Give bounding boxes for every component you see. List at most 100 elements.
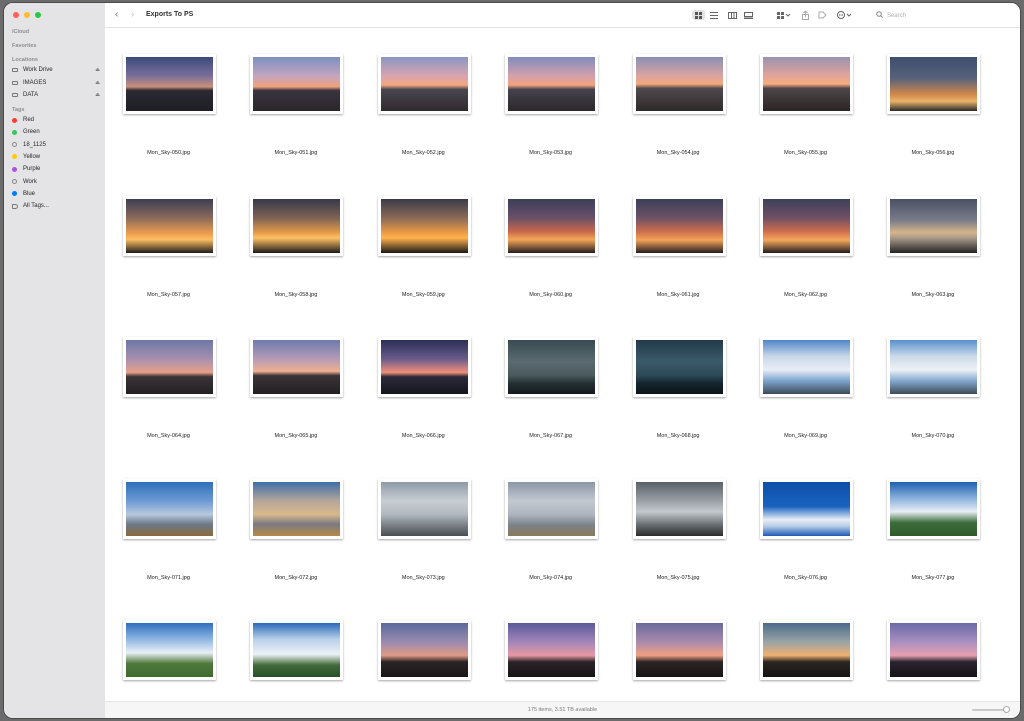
file-item[interactable]: Mon_Sky-052.jpg	[360, 28, 487, 169]
file-item[interactable]: Mon_Sky-083.jpg	[742, 594, 869, 718]
file-item[interactable]: Mon_Sky-064.jpg	[105, 311, 232, 452]
file-item[interactable]: Mon_Sky-068.jpg	[615, 311, 742, 452]
file-item[interactable]: Mon_Sky-072.jpg	[232, 453, 359, 594]
sidebar-item-location[interactable]: DATA ⏏	[12, 90, 100, 100]
file-item[interactable]: Mon_Sky-082.jpg	[615, 594, 742, 718]
zoom-button[interactable]	[35, 12, 41, 18]
eject-icon[interactable]: ⏏	[95, 80, 100, 86]
sidebar-item-tag[interactable]: Work	[12, 177, 100, 187]
file-thumbnail[interactable]	[377, 337, 471, 397]
icon-size-slider-knob[interactable]	[1003, 706, 1010, 713]
file-thumbnail[interactable]	[760, 337, 853, 397]
file-item[interactable]: Mon_Sky-076.jpg	[742, 453, 869, 594]
file-thumbnail[interactable]	[250, 54, 344, 114]
file-thumbnail[interactable]	[887, 337, 981, 397]
file-item[interactable]: Mon_Sky-067.jpg	[487, 311, 614, 452]
sidebar-section-tags[interactable]: Tags	[12, 107, 24, 113]
file-item[interactable]: Mon_Sky-077.jpg	[869, 453, 996, 594]
file-item[interactable]: Mon_Sky-056.jpg	[869, 28, 996, 169]
file-item[interactable]: Mon_Sky-081.jpg	[487, 594, 614, 718]
back-button[interactable]: ‹	[115, 9, 118, 20]
sidebar-section-icloud[interactable]: iCloud	[12, 29, 29, 35]
file-item[interactable]: Mon_Sky-065.jpg	[232, 311, 359, 452]
file-thumbnail[interactable]	[505, 337, 599, 397]
file-thumbnail[interactable]	[250, 337, 344, 397]
file-thumbnail[interactable]	[632, 195, 726, 256]
file-thumbnail[interactable]	[123, 195, 216, 256]
icon-size-slider[interactable]	[972, 709, 1006, 711]
file-thumbnail[interactable]	[632, 478, 726, 539]
sidebar-item-tag[interactable]: Yellow	[12, 152, 100, 162]
file-item[interactable]: Mon_Sky-060.jpg	[487, 170, 614, 311]
sidebar-section-favorites[interactable]: Favorites	[12, 43, 36, 49]
file-item[interactable]: Mon_Sky-058.jpg	[232, 170, 359, 311]
file-thumbnail[interactable]	[123, 54, 216, 114]
file-thumbnail[interactable]	[887, 478, 981, 539]
file-item[interactable]: Mon_Sky-054.jpg	[615, 28, 742, 169]
minimize-button[interactable]	[24, 12, 30, 18]
file-thumbnail[interactable]	[505, 54, 599, 114]
file-item[interactable]: Mon_Sky-075.jpg	[615, 453, 742, 594]
sidebar-section-locations[interactable]: Locations	[12, 57, 38, 63]
sidebar-item-location[interactable]: IMAGES ⏏	[12, 78, 100, 88]
file-item[interactable]: Mon_Sky-057.jpg	[105, 170, 232, 311]
search-field[interactable]: Search	[876, 10, 1006, 21]
file-thumbnail[interactable]	[760, 478, 853, 539]
file-thumbnail[interactable]	[505, 195, 599, 256]
file-thumbnail[interactable]	[632, 54, 726, 114]
sidebar-item-tag[interactable]: Blue	[12, 189, 100, 199]
sidebar-item-tag[interactable]: All Tags...	[12, 201, 100, 211]
file-thumbnail[interactable]	[760, 195, 853, 256]
sidebar-item-tag[interactable]: 18_1125	[12, 140, 100, 150]
file-item[interactable]: Mon_Sky-078.jpg	[105, 594, 232, 718]
file-thumbnail[interactable]	[250, 195, 344, 256]
sidebar-item-tag[interactable]: Purple	[12, 164, 100, 174]
file-item[interactable]: Mon_Sky-071.jpg	[105, 453, 232, 594]
file-thumbnail[interactable]	[505, 478, 599, 539]
file-thumbnail[interactable]	[505, 620, 599, 680]
forward-button[interactable]: ›	[131, 9, 134, 20]
file-item[interactable]: Mon_Sky-069.jpg	[742, 311, 869, 452]
file-item[interactable]: Mon_Sky-066.jpg	[360, 311, 487, 452]
list-view-icon[interactable]	[710, 10, 718, 20]
sidebar-item-tag[interactable]: Red	[12, 115, 100, 125]
file-thumbnail[interactable]	[760, 620, 853, 680]
sidebar-item-tag[interactable]: Green	[12, 127, 100, 137]
file-thumbnail[interactable]	[123, 620, 216, 680]
file-item[interactable]: Mon_Sky-050.jpg	[105, 28, 232, 169]
eject-icon[interactable]: ⏏	[95, 92, 100, 98]
file-item[interactable]: Mon_Sky-051.jpg	[232, 28, 359, 169]
file-thumbnail[interactable]	[377, 54, 471, 114]
file-item[interactable]: Mon_Sky-080.jpg	[360, 594, 487, 718]
file-thumbnail[interactable]	[250, 478, 344, 539]
file-item[interactable]: Mon_Sky-084.jpg	[869, 594, 996, 718]
file-thumbnail[interactable]	[123, 337, 216, 397]
file-thumbnail[interactable]	[250, 620, 344, 680]
share-icon[interactable]	[802, 10, 809, 20]
file-thumbnail[interactable]	[377, 620, 471, 680]
file-thumbnail[interactable]	[887, 620, 981, 680]
column-view-icon[interactable]	[728, 10, 737, 20]
file-item[interactable]: Mon_Sky-059.jpg	[360, 170, 487, 311]
file-item[interactable]: Mon_Sky-055.jpg	[742, 28, 869, 169]
file-thumbnail[interactable]	[760, 54, 853, 114]
file-item[interactable]: Mon_Sky-074.jpg	[487, 453, 614, 594]
file-thumbnail[interactable]	[887, 195, 981, 256]
file-thumbnail[interactable]	[632, 620, 726, 680]
group-icon[interactable]	[777, 10, 791, 20]
sidebar-item-location[interactable]: Work Drive ⏏	[12, 65, 100, 75]
file-thumbnail[interactable]	[377, 478, 471, 539]
file-item[interactable]: Mon_Sky-061.jpg	[615, 170, 742, 311]
file-item[interactable]: Mon_Sky-079.jpg	[232, 594, 359, 718]
eject-icon[interactable]: ⏏	[95, 67, 100, 73]
file-thumbnail[interactable]	[887, 54, 981, 114]
tag-icon[interactable]	[818, 10, 827, 20]
file-thumbnail[interactable]	[377, 195, 471, 256]
file-item[interactable]: Mon_Sky-062.jpg	[742, 170, 869, 311]
file-thumbnail[interactable]	[123, 478, 216, 539]
more-actions-icon[interactable]	[837, 10, 853, 20]
close-button[interactable]	[13, 12, 19, 18]
file-item[interactable]: Mon_Sky-073.jpg	[360, 453, 487, 594]
gallery-view-icon[interactable]	[744, 10, 753, 20]
file-item[interactable]: Mon_Sky-063.jpg	[869, 170, 996, 311]
